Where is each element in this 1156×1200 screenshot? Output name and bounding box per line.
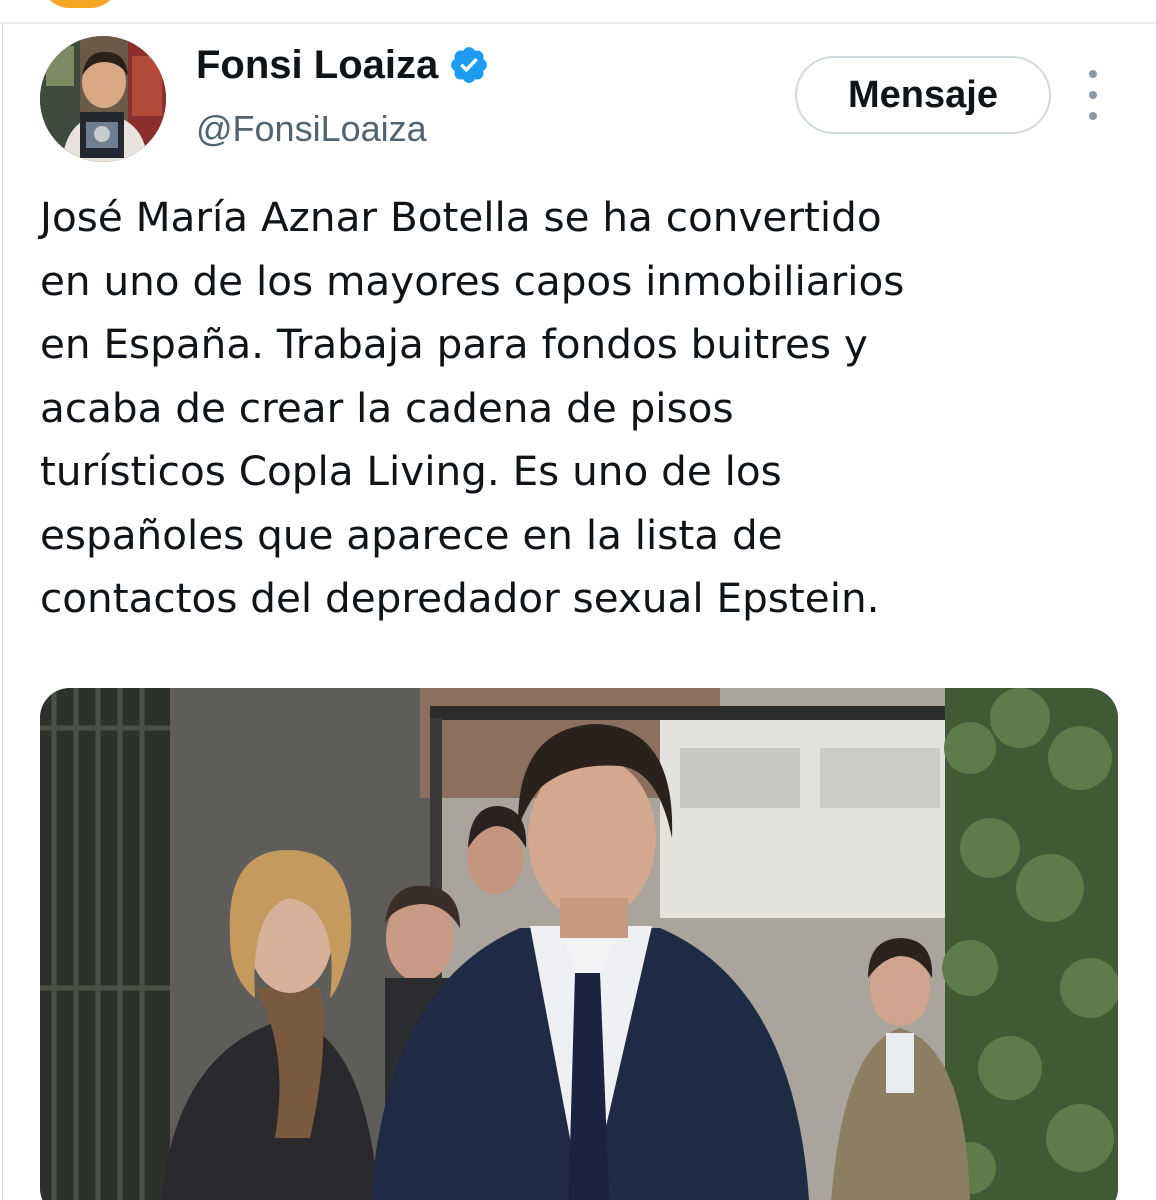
dot-icon bbox=[1089, 112, 1097, 120]
emoji-fragment bbox=[40, 0, 120, 8]
avatar-photo bbox=[40, 36, 166, 162]
more-options-icon[interactable] bbox=[1080, 70, 1106, 120]
tweet-line: acaba de crear la cadena de pisos bbox=[40, 383, 734, 432]
tweet-media-photo[interactable] bbox=[40, 688, 1118, 1200]
tweet-line: contactos del depredador sexual Epstein. bbox=[40, 574, 880, 622]
avatar[interactable] bbox=[40, 36, 166, 162]
tweet-line: en España. Trabaja para fondos buitres y bbox=[40, 320, 868, 368]
message-button[interactable]: Mensaje bbox=[795, 56, 1051, 134]
tweet-line: José María Aznar Botella se ha convertid… bbox=[40, 193, 882, 241]
verified-badge-icon bbox=[451, 47, 488, 83]
tweet-screenshot: Fonsi Loaiza @FonsiLoaiza Mensaje José M… bbox=[0, 0, 1156, 1200]
name-row: Fonsi Loaiza bbox=[196, 40, 490, 90]
tweet-text: José María Aznar Botella se ha convertid… bbox=[40, 186, 1140, 631]
thread-divider bbox=[2, 24, 3, 1200]
tweet-line: españoles que aparece en la lista de bbox=[40, 510, 783, 559]
user-handle[interactable]: @FonsiLoaiza bbox=[196, 106, 427, 152]
tweet-line: en uno de los mayores capos inmobiliario… bbox=[40, 256, 905, 305]
street-photo bbox=[40, 688, 1118, 1200]
previous-content-edge bbox=[0, 0, 1156, 24]
tweet-line: turísticos Copla Living. Es uno de los bbox=[40, 447, 782, 495]
display-name[interactable]: Fonsi Loaiza bbox=[196, 40, 438, 90]
dot-icon bbox=[1089, 70, 1097, 78]
dot-icon bbox=[1089, 91, 1097, 99]
